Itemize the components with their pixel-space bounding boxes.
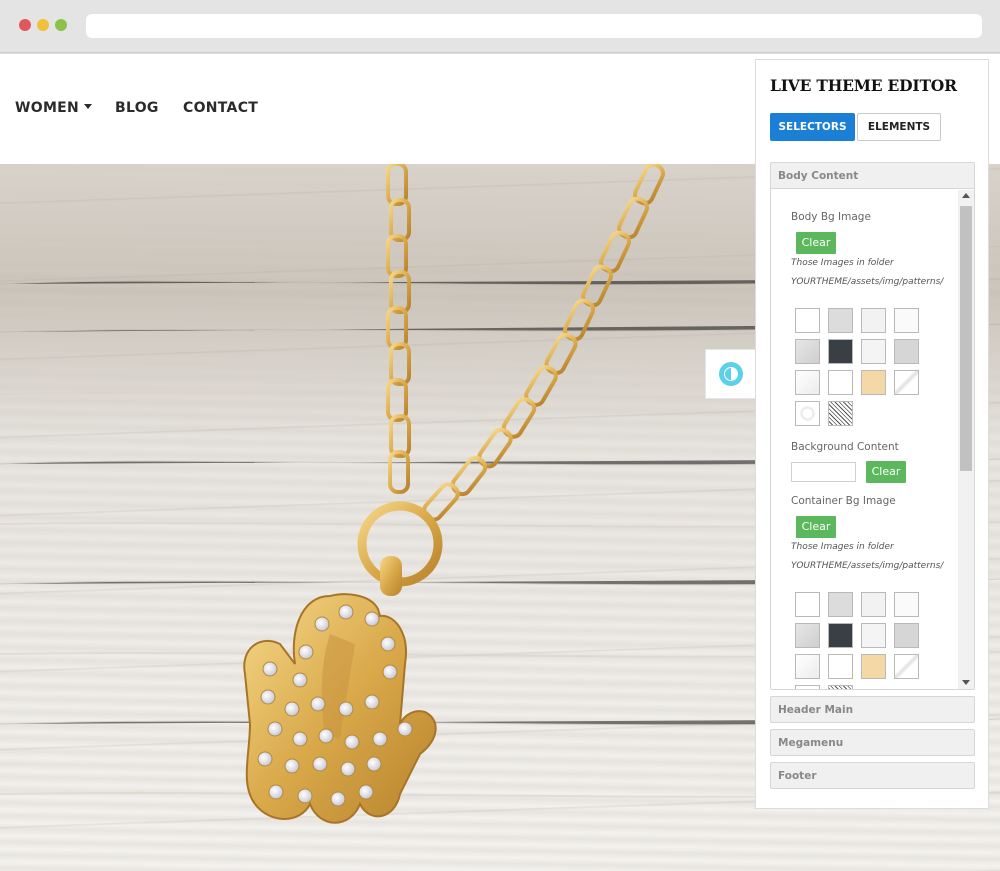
- tab-elements[interactable]: ELEMENTS: [857, 113, 941, 141]
- body-bg-note-line2: YOURTHEME/assets/img/patterns/: [791, 277, 944, 287]
- body-content-section: Body Content Body Bg Image Clear Those I…: [770, 162, 975, 690]
- tab-selectors[interactable]: SELECTORS: [770, 113, 855, 141]
- section-footer[interactable]: Footer: [770, 762, 975, 789]
- nav-item-label: BLOG: [115, 100, 159, 116]
- pattern-swatch[interactable]: [861, 339, 886, 364]
- pattern-swatch[interactable]: [894, 308, 919, 333]
- body-bg-image-label: Body Bg Image: [791, 211, 871, 223]
- pattern-swatch[interactable]: [861, 654, 886, 679]
- window-minimize-dot[interactable]: [37, 19, 49, 31]
- container-bg-clear-button[interactable]: Clear: [796, 516, 836, 538]
- pattern-swatch[interactable]: [828, 339, 853, 364]
- pattern-swatch[interactable]: [861, 308, 886, 333]
- nav-item-women[interactable]: WOMEN: [15, 100, 93, 116]
- section-label: Header Main: [778, 704, 854, 716]
- pattern-swatch[interactable]: [795, 623, 820, 648]
- pattern-swatch[interactable]: [861, 623, 886, 648]
- page: WOMEN BLOG CONTACT LIVE THEME EDITOR SEL…: [0, 54, 1000, 871]
- pattern-swatch[interactable]: [894, 654, 919, 679]
- nav-item-contact[interactable]: CONTACT: [183, 100, 258, 116]
- pattern-swatch[interactable]: [861, 592, 886, 617]
- background-content-label: Background Content: [791, 441, 899, 453]
- body-content-header[interactable]: Body Content: [771, 163, 974, 189]
- pattern-swatch[interactable]: [795, 370, 820, 395]
- pattern-swatch[interactable]: [828, 308, 853, 333]
- background-content-clear-button[interactable]: Clear: [866, 461, 906, 483]
- nav-item-blog[interactable]: BLOG: [115, 100, 159, 116]
- pattern-swatch[interactable]: [828, 592, 853, 617]
- pattern-swatch[interactable]: [795, 592, 820, 617]
- editor-toggle-button[interactable]: [705, 349, 755, 399]
- live-theme-editor: LIVE THEME EDITOR SELECTORS ELEMENTS Bod…: [755, 59, 989, 809]
- body-bg-note-line1: Those Images in folder: [791, 258, 894, 268]
- scroll-up-arrow-icon[interactable]: [962, 193, 970, 198]
- scroll-thumb[interactable]: [960, 206, 972, 471]
- caret-down-icon: [84, 103, 93, 109]
- pattern-swatch[interactable]: [828, 401, 853, 426]
- background-content-input[interactable]: [791, 462, 856, 482]
- pattern-swatch[interactable]: [795, 685, 820, 689]
- pattern-swatch[interactable]: [828, 685, 853, 689]
- container-bg-image-label: Container Bg Image: [791, 495, 896, 507]
- pattern-swatch[interactable]: [894, 592, 919, 617]
- body-content-scroll-area[interactable]: Body Bg Image Clear Those Images in fold…: [771, 190, 974, 689]
- pattern-swatch[interactable]: [861, 370, 886, 395]
- nav-item-label: CONTACT: [183, 100, 259, 116]
- pattern-swatch[interactable]: [828, 654, 853, 679]
- section-header-main[interactable]: Header Main: [770, 696, 975, 723]
- pattern-swatch[interactable]: [894, 623, 919, 648]
- section-label: Megamenu: [778, 737, 844, 749]
- pattern-swatch[interactable]: [894, 370, 919, 395]
- container-bg-note-line2: YOURTHEME/assets/img/patterns/: [791, 561, 944, 571]
- pattern-swatch[interactable]: [795, 654, 820, 679]
- pattern-swatch[interactable]: [828, 623, 853, 648]
- nav-item-label: WOMEN: [15, 100, 80, 116]
- pattern-swatch[interactable]: [894, 339, 919, 364]
- container-bg-note-line1: Those Images in folder: [791, 542, 894, 552]
- body-bg-clear-button[interactable]: Clear: [796, 232, 836, 254]
- window-close-dot[interactable]: [19, 19, 31, 31]
- section-label: Footer: [778, 770, 817, 782]
- browser-chrome: [0, 0, 1000, 53]
- address-bar[interactable]: [86, 14, 982, 38]
- section-megamenu[interactable]: Megamenu: [770, 729, 975, 756]
- editor-title: LIVE THEME EDITOR: [770, 76, 957, 95]
- body-content-scrollbar[interactable]: [958, 190, 974, 689]
- pattern-swatch[interactable]: [828, 370, 853, 395]
- pattern-swatch[interactable]: [795, 401, 820, 426]
- pattern-swatch[interactable]: [795, 308, 820, 333]
- pattern-swatch[interactable]: [795, 339, 820, 364]
- scroll-down-arrow-icon[interactable]: [962, 680, 970, 685]
- contrast-icon: [719, 362, 743, 386]
- window-maximize-dot[interactable]: [55, 19, 67, 31]
- section-label: Body Content: [778, 170, 859, 182]
